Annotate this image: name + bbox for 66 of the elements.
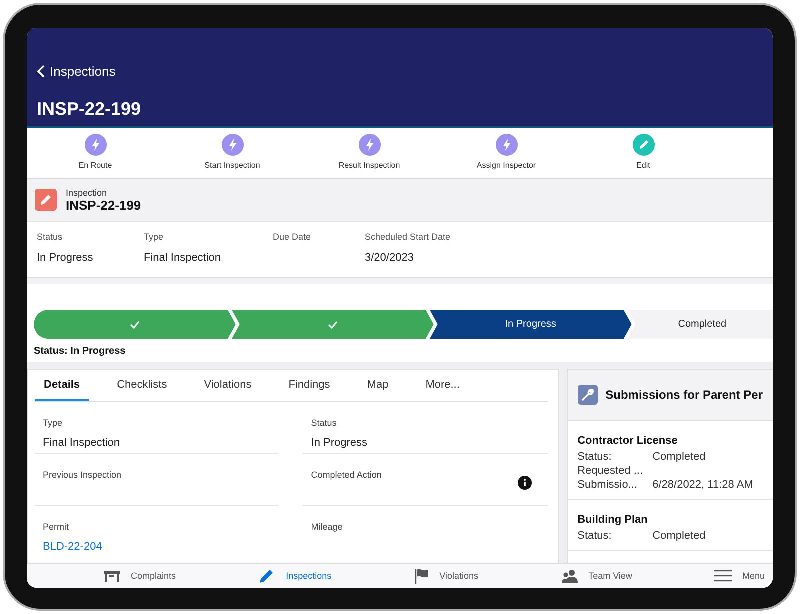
field-value: 6/28/2022, 11:28 AM: [652, 479, 754, 491]
field-label: Previous Inspection: [43, 470, 123, 480]
field-label: Status: [37, 232, 64, 242]
field-value: 3/20/2023: [365, 252, 415, 264]
path-step[interactable]: [34, 310, 236, 339]
action-button[interactable]: En Route: [27, 128, 164, 178]
field-value: In Progress: [37, 252, 94, 264]
field-label: Type: [144, 232, 165, 242]
tab[interactable]: More...: [416, 370, 469, 401]
field-label: Status:: [578, 451, 613, 463]
field-label: Scheduled Start Date: [365, 232, 452, 242]
lightning-icon: [358, 134, 380, 156]
field-label: Submissio...: [578, 479, 639, 491]
action-button[interactable]: Assign Inspector: [438, 128, 575, 178]
menu-icon: [714, 570, 732, 582]
pencil-icon: [35, 189, 57, 211]
field-label: Requested ...: [578, 465, 644, 477]
people-icon: [560, 569, 579, 583]
nav-item[interactable]: Violations: [414, 568, 479, 584]
check-icon: [328, 320, 338, 328]
action-button[interactable]: Start Inspection: [164, 128, 301, 178]
record-name: INSP-22-199: [66, 198, 142, 212]
field-value: In Progress: [311, 437, 369, 449]
pencil-icon: [632, 134, 654, 156]
flag-icon: [414, 568, 430, 584]
chevron-left-icon: [37, 65, 45, 78]
permit-link[interactable]: BLD-22-204: [43, 541, 272, 553]
page-title: INSP-22-199: [37, 99, 142, 120]
tab[interactable]: Findings: [280, 370, 340, 401]
lightning-icon: [84, 134, 106, 156]
nav-item[interactable]: Inspections: [258, 568, 332, 584]
nav-item[interactable]: Complaints: [103, 569, 176, 583]
submission-name[interactable]: Contractor License: [578, 435, 763, 447]
field-label: Mileage: [311, 522, 344, 532]
tab[interactable]: Map: [358, 370, 398, 401]
tab[interactable]: Details: [35, 370, 90, 401]
field-label: Due Date: [273, 232, 312, 242]
desk-icon: [103, 569, 121, 583]
field-value: Completed: [652, 451, 706, 463]
card-title: Submissions for Parent Per: [606, 388, 763, 402]
object-label: Inspection: [66, 188, 108, 198]
path-step[interactable]: [232, 310, 434, 339]
field-label: Permit: [43, 522, 70, 532]
tab[interactable]: Violations: [195, 370, 261, 401]
field-label: Status: [311, 418, 338, 428]
path-step[interactable]: Completed: [628, 310, 773, 339]
action-button[interactable]: Result Inspection: [301, 128, 438, 178]
nav-item[interactable]: Menu: [714, 570, 765, 582]
field-value: Final Inspection: [43, 437, 122, 449]
field-value: Final Inspection: [144, 252, 222, 264]
field-label: Status:: [578, 530, 613, 542]
tab[interactable]: Checklists: [108, 370, 176, 401]
back-label[interactable]: Inspections: [50, 64, 116, 79]
path-step[interactable]: In Progress: [430, 310, 632, 339]
back-link[interactable]: Inspections: [37, 64, 116, 79]
submission-name[interactable]: Building Plan: [578, 514, 763, 526]
nav-item[interactable]: Team View: [560, 569, 632, 583]
field-label: Completed Action: [311, 470, 383, 480]
status-text: Status: In Progress: [34, 346, 127, 357]
info-icon[interactable]: [518, 476, 532, 490]
lightning-icon: [496, 134, 518, 156]
action-button[interactable]: Edit: [575, 128, 712, 178]
field-label: Type: [43, 418, 64, 428]
check-icon: [130, 320, 140, 328]
lightning-icon: [222, 134, 244, 156]
field-value: Completed: [652, 530, 706, 542]
